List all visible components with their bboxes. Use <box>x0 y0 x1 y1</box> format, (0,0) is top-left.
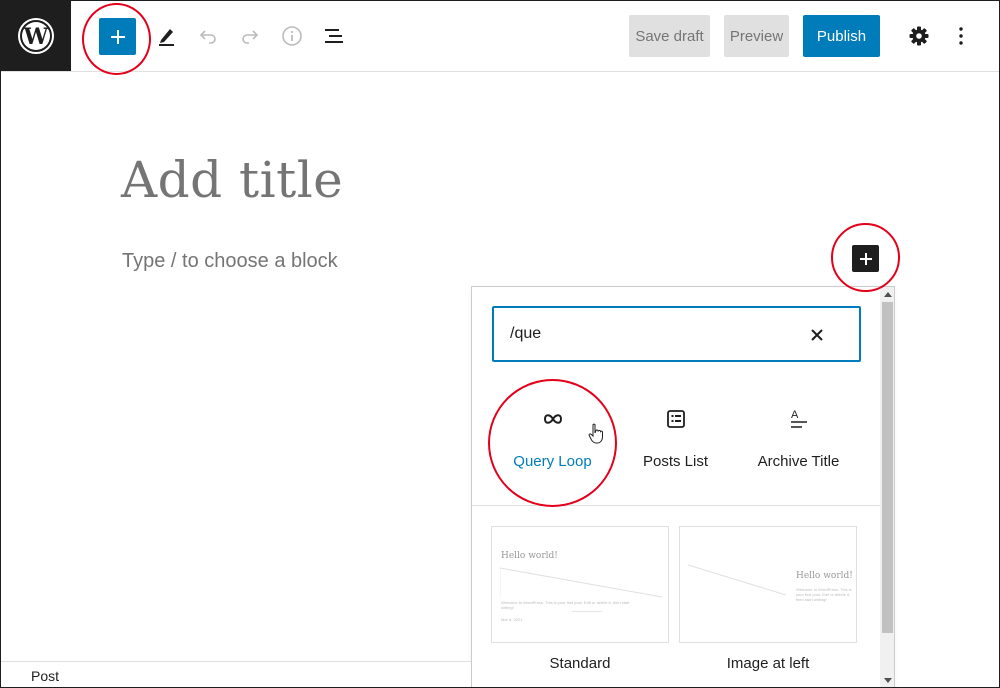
pattern-preview-meta: Mar 8, 2021 <box>501 617 523 622</box>
pattern-image-placeholder <box>688 564 787 596</box>
pattern-preview-title: Hello world! <box>501 551 558 561</box>
scroll-up-arrow[interactable] <box>880 289 894 299</box>
pattern-preview-text: Welcome to WordPress. This is your first… <box>501 600 630 610</box>
settings-button[interactable] <box>904 21 934 51</box>
preview-button[interactable]: Preview <box>724 15 789 57</box>
scrollbar-thumb[interactable] <box>882 302 893 633</box>
wordpress-logo-button[interactable]: W <box>1 1 71 71</box>
more-vertical-icon <box>959 27 963 45</box>
undo-icon <box>199 30 216 44</box>
block-result-label: Archive Title <box>757 453 840 470</box>
hand-cursor-icon <box>588 423 603 444</box>
info-icon <box>282 26 302 46</box>
archive-title-icon: A <box>787 407 811 431</box>
plus-icon <box>110 29 125 44</box>
undo-button[interactable] <box>193 21 223 51</box>
options-button[interactable] <box>946 21 976 51</box>
pattern-label: Image at left <box>726 655 810 672</box>
list-view-icon <box>325 29 343 43</box>
pattern-preview-image-at-left[interactable]: Hello world! Welcome to WordPress. This … <box>679 526 857 643</box>
block-result-archive-title[interactable]: A Archive Title <box>736 387 861 487</box>
clear-search-button[interactable] <box>805 323 829 347</box>
loop-icon <box>541 407 565 431</box>
block-search-field[interactable] <box>492 306 861 362</box>
svg-text:W: W <box>23 24 49 50</box>
popover-scrollbar[interactable] <box>880 287 894 687</box>
block-breadcrumb-footer: Post <box>1 661 471 687</box>
pattern-image-placeholder <box>500 567 663 598</box>
pattern-preview-title: Hello world! <box>796 571 853 581</box>
plus-icon <box>859 252 872 265</box>
popover-divider <box>472 505 880 506</box>
tools-edit-button[interactable] <box>151 21 181 51</box>
list-view-button[interactable] <box>319 21 349 51</box>
edit-pencil-icon <box>159 29 174 46</box>
pattern-separator <box>572 611 602 612</box>
gear-icon <box>909 26 929 46</box>
svg-text:A: A <box>791 409 799 421</box>
block-search-input[interactable] <box>510 320 800 348</box>
pattern-preview-text: Welcome to WordPress. This is your first… <box>796 587 852 602</box>
pattern-label: Standard <box>549 655 611 672</box>
block-result-posts-list[interactable]: Posts List <box>613 387 738 487</box>
redo-button[interactable] <box>235 21 265 51</box>
save-draft-button[interactable]: Save draft <box>629 15 710 57</box>
redo-icon <box>242 30 259 44</box>
quick-inserter-popover: Query Loop Posts List A Arch <box>471 286 895 687</box>
scroll-down-arrow[interactable] <box>880 675 894 685</box>
breadcrumb-post[interactable]: Post <box>31 668 59 684</box>
block-result-label: Query Loop <box>513 453 592 470</box>
pattern-preview-standard[interactable]: Hello world! Welcome to WordPress. This … <box>491 526 669 643</box>
posts-list-icon <box>664 407 688 431</box>
wordpress-logo-icon: W <box>18 18 54 54</box>
editor-window: W Save draft Preview Publish Add title T… <box>0 0 1000 688</box>
post-title-placeholder[interactable]: Add title <box>121 151 343 209</box>
block-inserter-toggle[interactable] <box>99 18 136 55</box>
details-button[interactable] <box>277 21 307 51</box>
publish-button[interactable]: Publish <box>803 15 880 57</box>
paragraph-placeholder[interactable]: Type / to choose a block <box>122 250 338 273</box>
editor-header: W Save draft Preview Publish <box>1 1 999 72</box>
block-result-label: Posts List <box>642 453 709 470</box>
close-icon <box>811 329 823 341</box>
add-block-button[interactable] <box>852 245 879 272</box>
